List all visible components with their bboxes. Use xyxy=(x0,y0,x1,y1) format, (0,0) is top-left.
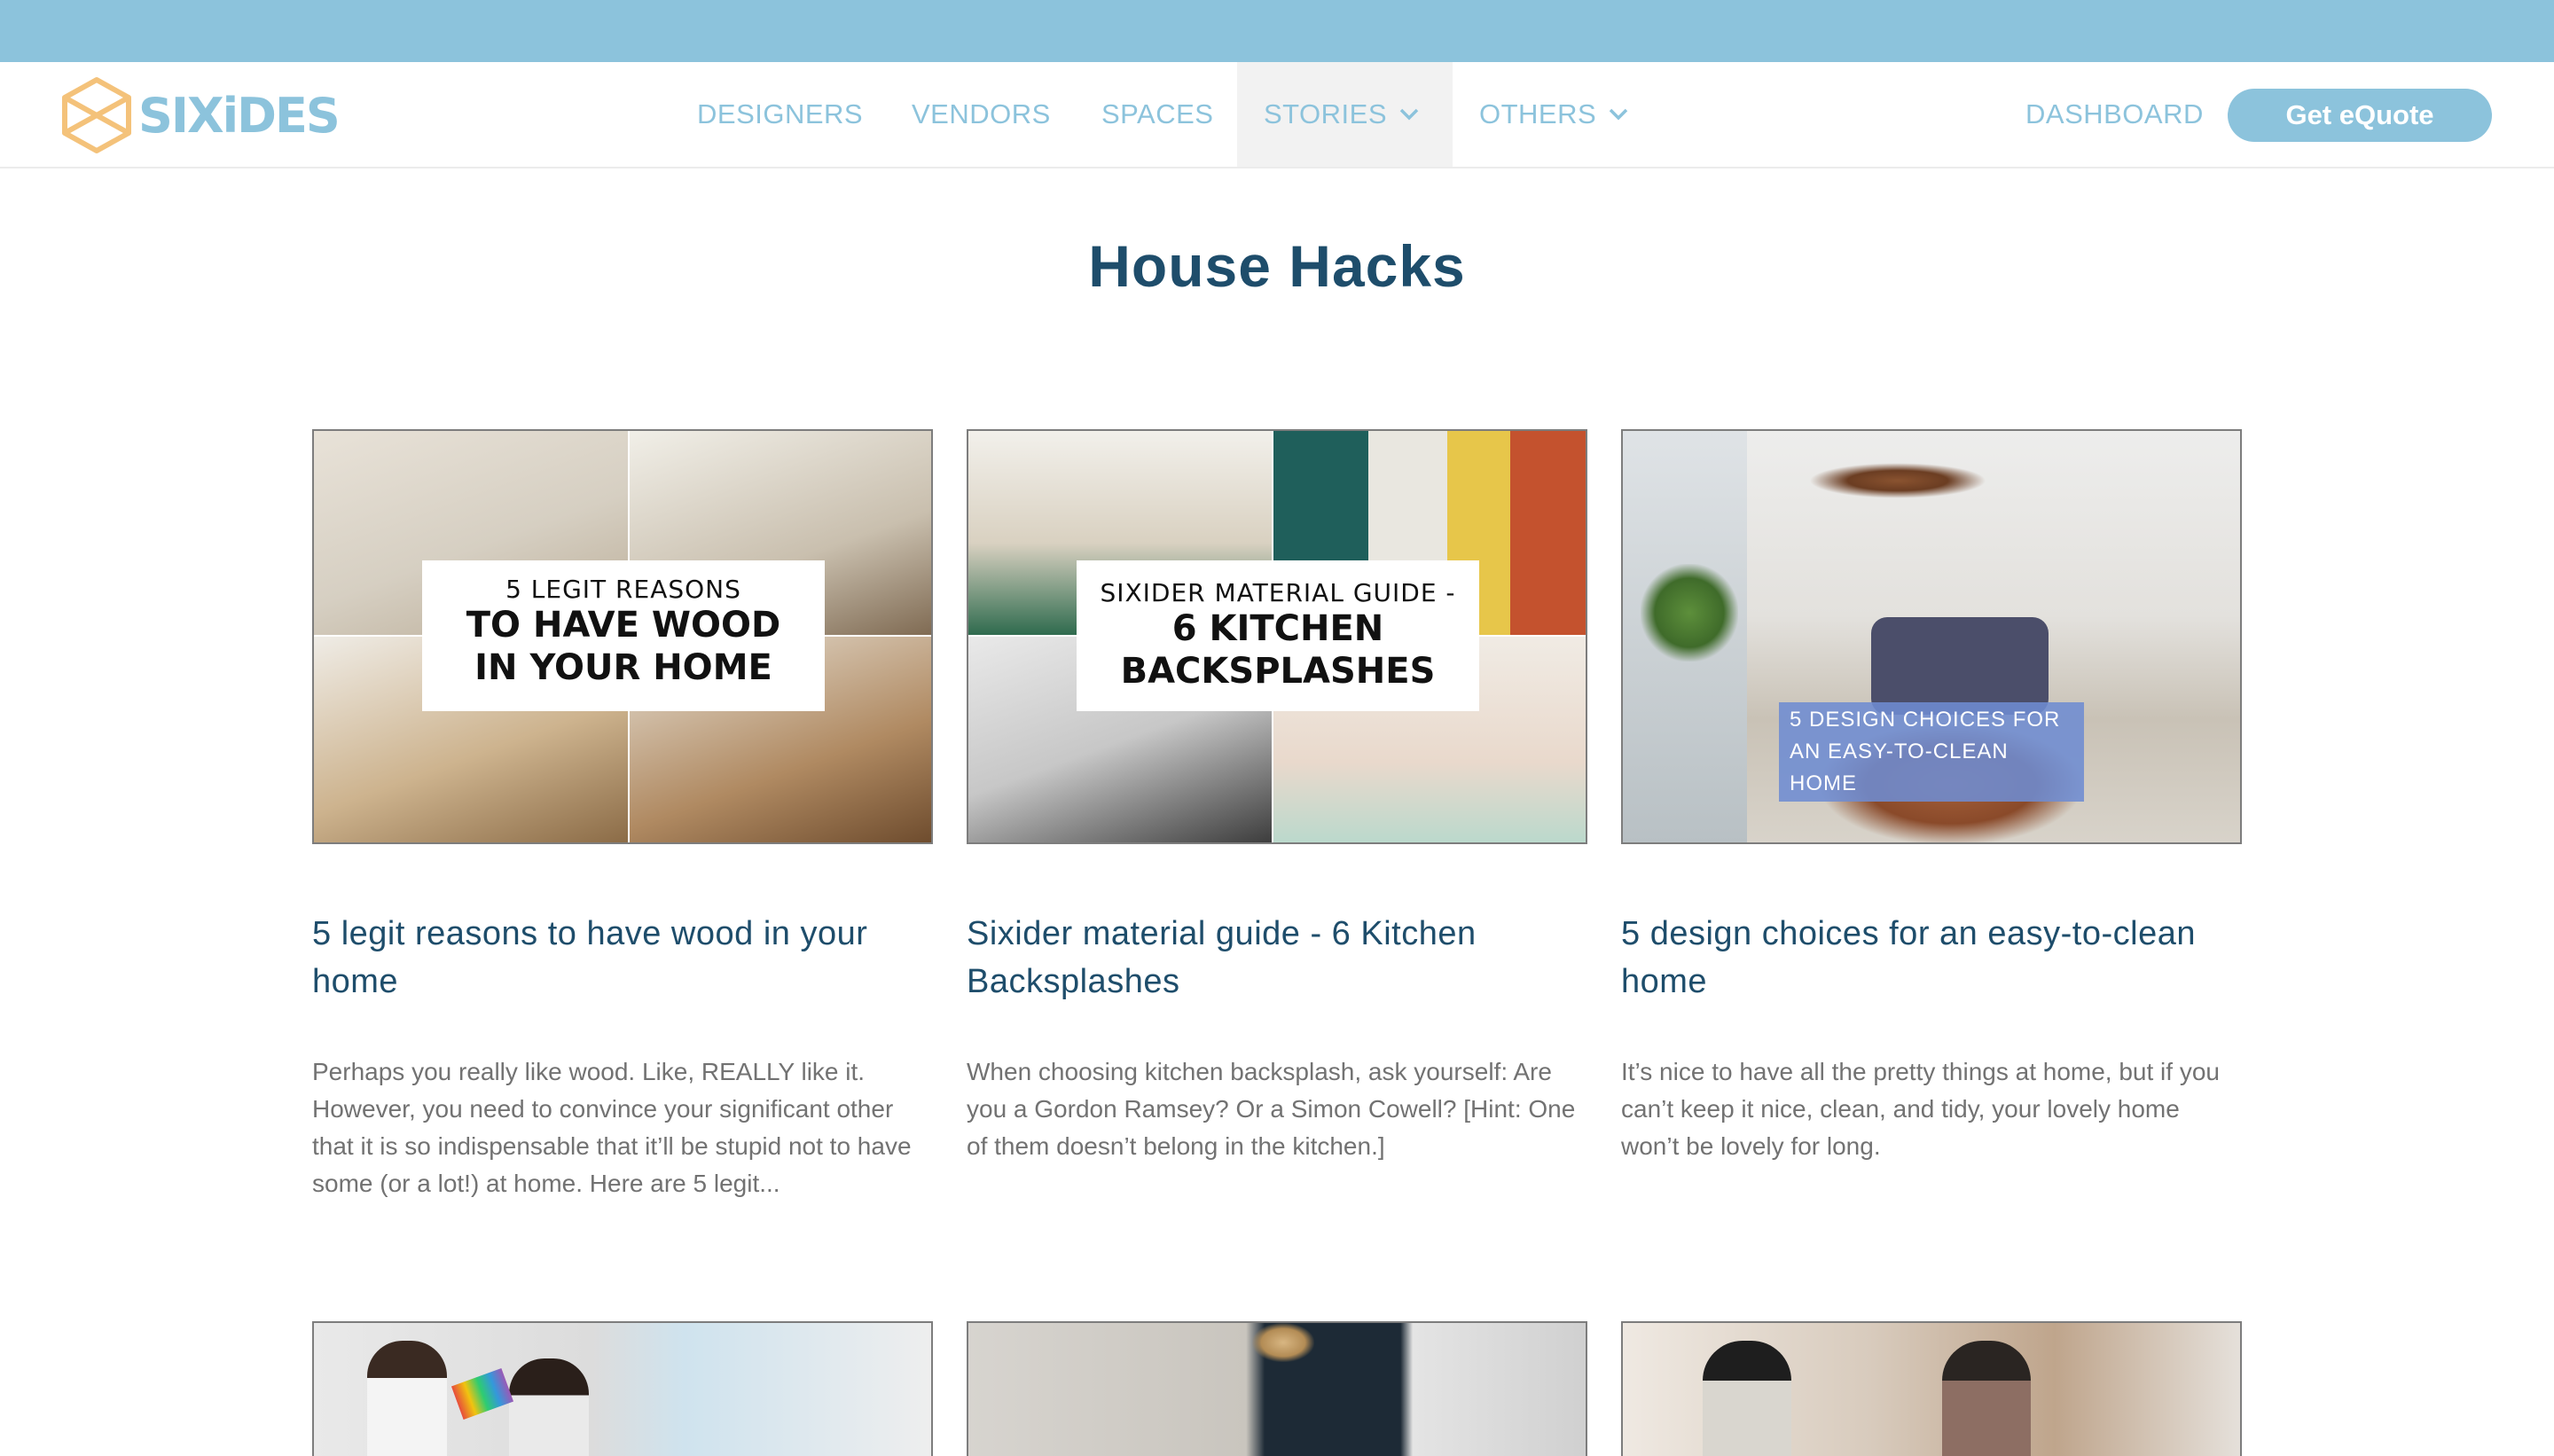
caption-line-2: 6 KITCHEN xyxy=(1171,608,1384,649)
photo-sofa xyxy=(1871,617,2049,715)
top-color-bar xyxy=(0,0,2554,62)
article-title[interactable]: 5 legit reasons to have wood in your hom… xyxy=(312,910,933,1006)
caption-line-3: IN YOUR HOME xyxy=(474,647,772,688)
image-caption: 5 DESIGN CHOICES FOR AN EASY-TO-CLEAN HO… xyxy=(1779,702,2084,802)
photo-color-swatch xyxy=(450,1367,514,1421)
brand-logo[interactable]: SIXiDES xyxy=(60,76,341,154)
article-thumbnail[interactable] xyxy=(312,1321,933,1456)
main-navbar: SIXiDES DESIGNERS VENDORS SPACES STORIES… xyxy=(0,62,2554,168)
nav-dashboard[interactable]: DASHBOARD xyxy=(2025,62,2204,167)
brand-name: SIXiDES xyxy=(138,87,341,144)
hexagon-logo-icon xyxy=(62,77,131,153)
get-equote-button[interactable]: Get eQuote xyxy=(2228,89,2492,142)
nav-designers-label: DESIGNERS xyxy=(697,98,864,129)
photo-person xyxy=(1703,1341,1791,1456)
chevron-down-icon xyxy=(1399,108,1419,121)
article-thumbnail[interactable]: 5 DESIGN CHOICES FOR AN EASY-TO-CLEAN HO… xyxy=(1621,429,2242,844)
caption-line-2: AN EASY-TO-CLEAN HOME xyxy=(1790,740,2009,795)
photo-plant xyxy=(1641,564,1738,661)
article-title[interactable]: 5 design choices for an easy-to-clean ho… xyxy=(1621,910,2242,1006)
article-thumbnail[interactable] xyxy=(1621,1321,2242,1456)
caption-line-3: BACKSPLASHES xyxy=(1120,651,1436,692)
article-thumbnail[interactable]: SIXIDER MATERIAL GUIDE - 6 KITCHEN BACKS… xyxy=(967,429,1587,844)
photo-person xyxy=(367,1341,447,1456)
caption-line-2: TO HAVE WOOD xyxy=(466,605,781,646)
caption-line-1: 5 LEGIT REASONS xyxy=(505,575,741,604)
caption-line-1: SIXIDER MATERIAL GUIDE - xyxy=(1100,578,1456,607)
photo-pendant-lamp xyxy=(1252,1323,1314,1362)
nav-designers[interactable]: DESIGNERS xyxy=(697,62,863,167)
nav-stories-label: STORIES xyxy=(1264,98,1388,129)
page-title: House Hacks xyxy=(1088,233,1466,299)
article-excerpt: It’s nice to have all the pretty things … xyxy=(1621,1058,2220,1160)
article-excerpt: Perhaps you really like wood. Like, REAL… xyxy=(312,1058,912,1197)
nav-stories[interactable]: STORIES xyxy=(1237,62,1453,167)
nav-others[interactable]: OTHERS xyxy=(1479,62,1628,167)
article-excerpt: When choosing kitchen backsplash, ask yo… xyxy=(967,1058,1576,1160)
photo-person xyxy=(509,1358,589,1456)
nav-others-label: OTHERS xyxy=(1479,98,1597,129)
article-title[interactable]: Sixider material guide - 6 Kitchen Backs… xyxy=(967,910,1587,1006)
nav-vendors-label: VENDORS xyxy=(912,98,1051,129)
photo-ceiling-fan xyxy=(1809,463,1986,498)
nav-vendors[interactable]: VENDORS xyxy=(912,62,1051,167)
article-thumbnail[interactable] xyxy=(967,1321,1587,1456)
photo-person xyxy=(1942,1341,2031,1456)
nav-spaces-label: SPACES xyxy=(1101,98,1214,129)
image-caption: SIXIDER MATERIAL GUIDE - 6 KITCHEN BACKS… xyxy=(1077,560,1479,711)
image-caption: 5 LEGIT REASONS TO HAVE WOOD IN YOUR HOM… xyxy=(422,560,825,711)
nav-dashboard-label: DASHBOARD xyxy=(2025,98,2204,129)
caption-line-1: 5 DESIGN CHOICES FOR xyxy=(1790,708,2061,732)
chevron-down-icon xyxy=(1609,108,1628,121)
article-thumbnail[interactable]: 5 LEGIT REASONS TO HAVE WOOD IN YOUR HOM… xyxy=(312,429,933,844)
nav-spaces[interactable]: SPACES xyxy=(1101,62,1213,167)
